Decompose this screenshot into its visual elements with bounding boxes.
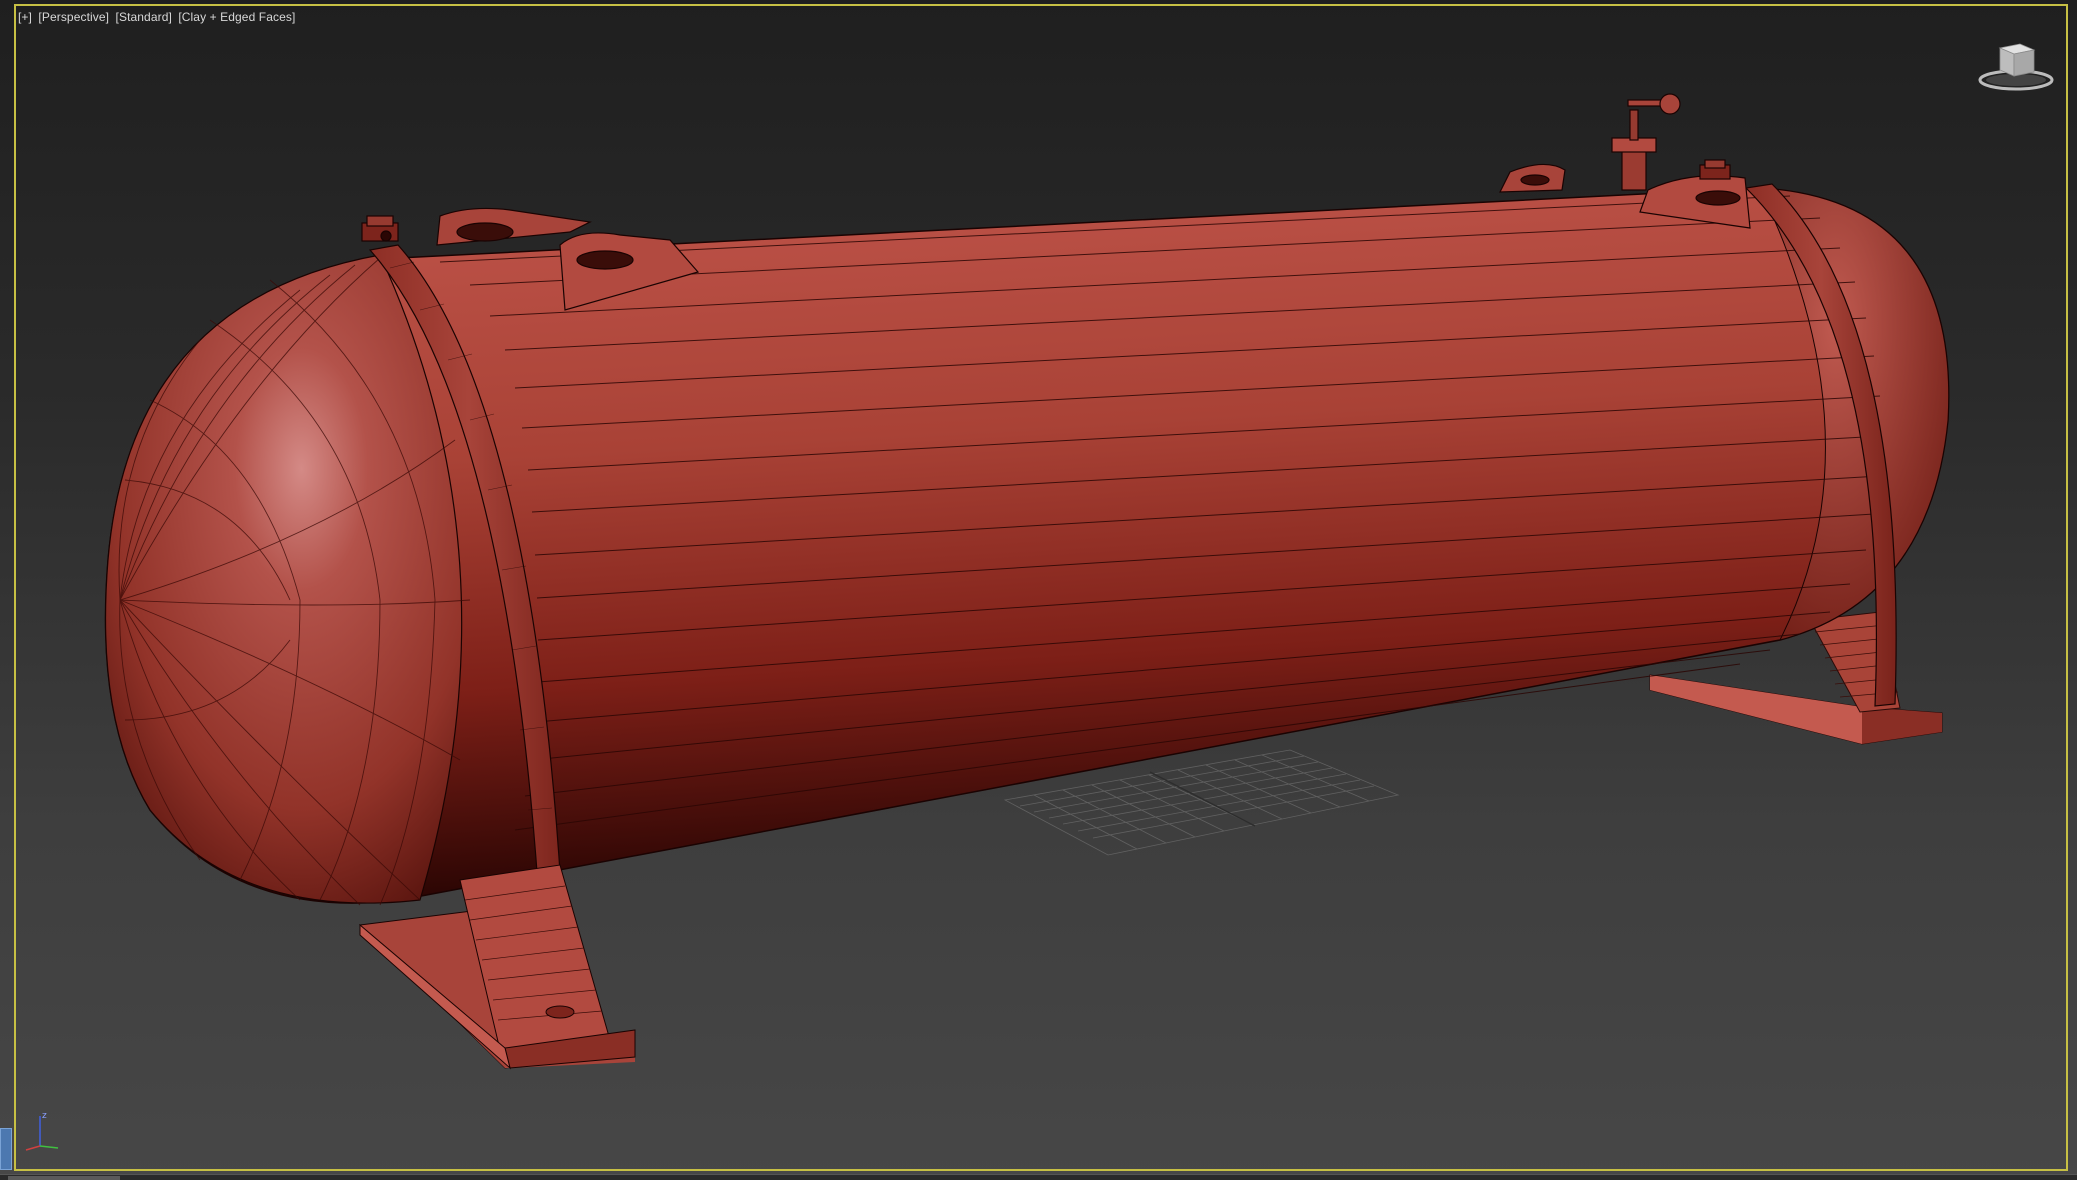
time-slider-strip[interactable] [0, 1174, 2077, 1180]
perspective-viewport[interactable]: [+] [Perspective] [Standard] [Clay + Edg… [0, 0, 2077, 1180]
viewport-standard-label[interactable]: [Standard] [116, 10, 172, 24]
tank-body[interactable] [104, 183, 1950, 1011]
viewport-layout-tab[interactable] [0, 1128, 12, 1170]
viewport-label-bar: [+] [Perspective] [Standard] [Clay + Edg… [18, 10, 295, 24]
axis-tripod-icon: z [25, 1111, 59, 1151]
viewcube-icon[interactable] [1976, 40, 2056, 94]
viewport-menu-plus[interactable]: [+] [18, 10, 32, 24]
time-slider-handle[interactable] [8, 1176, 120, 1180]
scene-canvas[interactable] [0, 0, 2077, 1180]
axis-z-label: z [42, 1111, 47, 1121]
viewport-point-of-view-label[interactable]: [Perspective] [38, 10, 109, 24]
viewport-shading-label[interactable]: [Clay + Edged Faces] [178, 10, 295, 24]
